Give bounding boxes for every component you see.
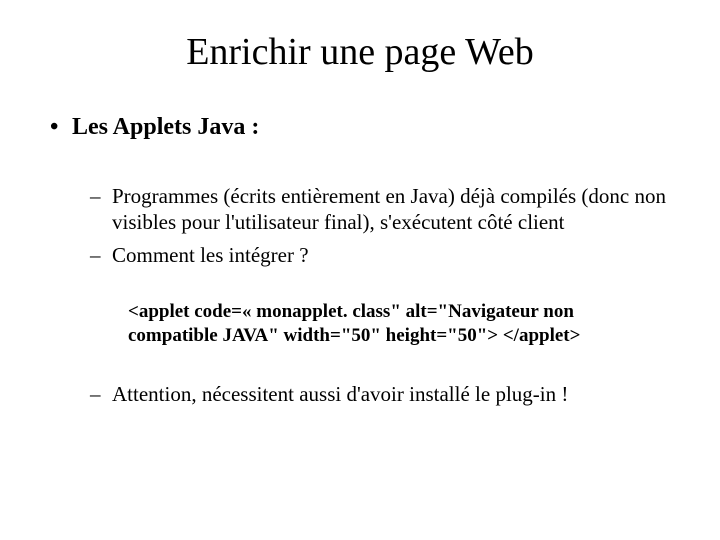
bullet-level2: Comment les intégrer ?	[90, 242, 670, 268]
bullet-level2: Programmes (écrits entièrement en Java) …	[90, 183, 670, 236]
bullet-level2: Attention, nécessitent aussi d'avoir ins…	[90, 381, 670, 407]
code-example: <applet code=« monapplet. class" alt="Na…	[128, 300, 650, 349]
slide-title: Enrichir une page Web	[50, 30, 670, 74]
bullet-level1: Les Applets Java :	[50, 114, 670, 141]
slide: Enrichir une page Web Les Applets Java :…	[0, 0, 720, 540]
